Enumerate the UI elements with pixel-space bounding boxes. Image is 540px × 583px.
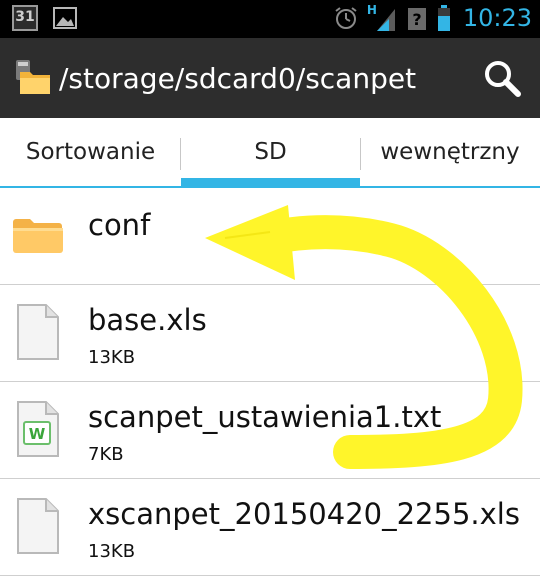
- wifi-unknown-icon: ?: [407, 8, 426, 30]
- svg-text:W: W: [29, 425, 46, 443]
- status-bar: 31 H ? 10:23: [0, 0, 540, 38]
- list-item-conf[interactable]: conf: [0, 188, 540, 285]
- tab-label: Sortowanie: [25, 139, 156, 165]
- mobile-signal-icon: H: [367, 3, 397, 33]
- file-list: conf base.xls 13KB W scanpet_ustawienia1…: [0, 188, 540, 576]
- file-icon: [17, 304, 59, 360]
- action-bar: /storage/sdcard0/scanpet: [0, 38, 540, 118]
- file-name: xscanpet_20150420_2255.xls: [88, 497, 520, 531]
- file-name: base.xls: [88, 303, 207, 337]
- clock: 10:23: [462, 4, 532, 32]
- list-item-xscanpet[interactable]: xscanpet_20150420_2255.xls 13KB: [0, 479, 540, 576]
- tab-bar: Sortowanie SD wewnętrzny: [0, 118, 540, 188]
- selected-tab-indicator: [181, 178, 360, 186]
- file-name: scanpet_ustawienia1.txt: [88, 400, 442, 434]
- list-item-scanpet-ustawienia[interactable]: W scanpet_ustawienia1.txt 7KB: [0, 382, 540, 479]
- tab-wewnetrzny[interactable]: wewnętrzny: [360, 118, 540, 186]
- sdcard-folder-icon[interactable]: [14, 58, 54, 98]
- search-icon[interactable]: [480, 56, 524, 100]
- calendar-icon: 31: [12, 5, 38, 31]
- tab-sd[interactable]: SD: [181, 118, 360, 186]
- current-path: /storage/sdcard0/scanpet: [59, 62, 417, 95]
- file-size: 13KB: [88, 347, 136, 368]
- tab-label: SD: [254, 139, 287, 165]
- tab-label: wewnętrzny: [380, 139, 520, 165]
- svg-text:?: ?: [412, 10, 421, 29]
- battery-icon: [437, 5, 450, 31]
- file-size: 13KB: [88, 541, 136, 562]
- alarm-icon: [335, 7, 357, 29]
- file-name: conf: [88, 208, 151, 242]
- list-item-base-xls[interactable]: base.xls 13KB: [0, 285, 540, 382]
- file-size: 7KB: [88, 444, 124, 465]
- file-icon: [17, 498, 59, 554]
- word-document-icon: W: [17, 401, 59, 457]
- folder-icon: [13, 219, 63, 253]
- gallery-icon: [53, 7, 77, 29]
- tab-sortowanie[interactable]: Sortowanie: [0, 118, 181, 186]
